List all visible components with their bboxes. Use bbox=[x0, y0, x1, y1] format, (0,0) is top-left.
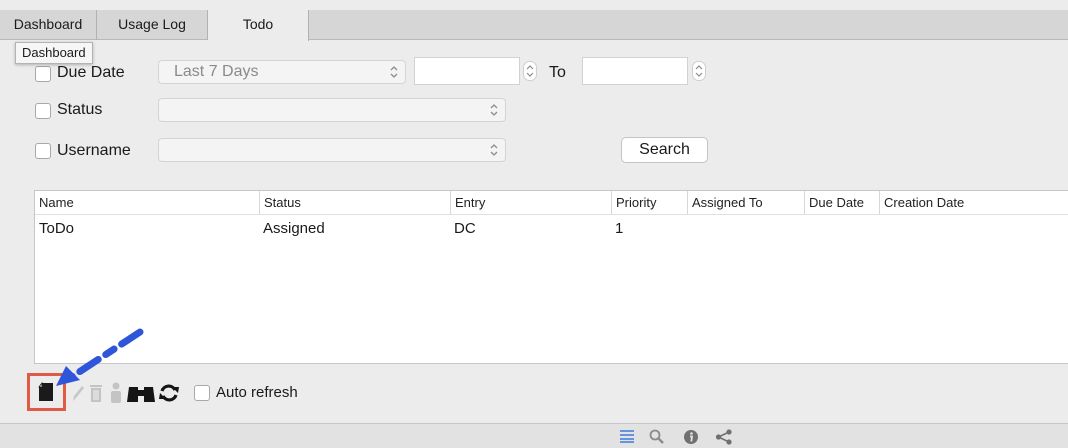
column-header-assigned-to[interactable]: Assigned To bbox=[687, 191, 804, 214]
cell-name: ToDo bbox=[39, 220, 75, 237]
share-icon[interactable] bbox=[715, 429, 733, 445]
column-header-creation-date[interactable]: Creation Date bbox=[879, 191, 1068, 214]
annotation-arrow-icon bbox=[56, 328, 144, 386]
status-bar bbox=[0, 423, 1068, 448]
tab-bar: Dashboard Usage Log Todo bbox=[0, 10, 1068, 41]
auto-refresh-checkbox[interactable] bbox=[194, 385, 210, 401]
column-header-name[interactable]: Name bbox=[35, 191, 259, 214]
zoom-icon[interactable] bbox=[648, 429, 666, 445]
column-header-status[interactable]: Status bbox=[259, 191, 450, 214]
due-date-to-field[interactable] bbox=[582, 57, 688, 85]
status-checkbox[interactable] bbox=[35, 103, 51, 119]
username-select[interactable] bbox=[158, 138, 506, 162]
app-window: Dashboard Usage Log Todo Dashboard Due D… bbox=[0, 0, 1068, 448]
column-header-entry[interactable]: Entry bbox=[450, 191, 611, 214]
cell-status: Assigned bbox=[263, 220, 325, 237]
info-icon[interactable] bbox=[683, 429, 699, 445]
tooltip: Dashboard bbox=[15, 42, 93, 64]
column-header-due-date[interactable]: Due Date bbox=[804, 191, 879, 214]
updown-chevron-icon bbox=[490, 104, 498, 116]
due-date-checkbox[interactable] bbox=[35, 66, 51, 82]
updown-chevron-icon bbox=[490, 144, 498, 156]
due-date-range-value: Last 7 Days bbox=[174, 63, 259, 80]
tab-usage-log[interactable]: Usage Log bbox=[97, 10, 208, 40]
to-stepper-icon[interactable] bbox=[692, 61, 706, 81]
search-button[interactable]: Search bbox=[621, 137, 708, 163]
due-date-label: Due Date bbox=[57, 64, 125, 81]
refresh-icon[interactable] bbox=[158, 383, 180, 403]
cell-entry: DC bbox=[454, 220, 476, 237]
due-date-range-select[interactable]: Last 7 Days bbox=[158, 60, 406, 84]
username-label: Username bbox=[57, 142, 131, 159]
column-header-priority[interactable]: Priority bbox=[611, 191, 687, 214]
username-checkbox[interactable] bbox=[35, 143, 51, 159]
list-icon[interactable] bbox=[619, 429, 635, 443]
due-date-from-field[interactable] bbox=[414, 57, 520, 85]
auto-refresh-label: Auto refresh bbox=[216, 384, 298, 401]
todo-table: Name Status Entry Priority Assigned To D… bbox=[34, 190, 1068, 364]
tab-dashboard[interactable]: Dashboard bbox=[0, 10, 97, 40]
cell-priority: 1 bbox=[615, 220, 624, 237]
tab-todo[interactable]: Todo bbox=[208, 10, 309, 41]
status-label: Status bbox=[57, 101, 103, 118]
from-stepper-icon[interactable] bbox=[523, 61, 537, 81]
updown-chevron-icon bbox=[390, 66, 398, 78]
status-select[interactable] bbox=[158, 98, 506, 122]
to-label: To bbox=[549, 64, 566, 81]
table-header: Name Status Entry Priority Assigned To D… bbox=[35, 191, 1068, 215]
